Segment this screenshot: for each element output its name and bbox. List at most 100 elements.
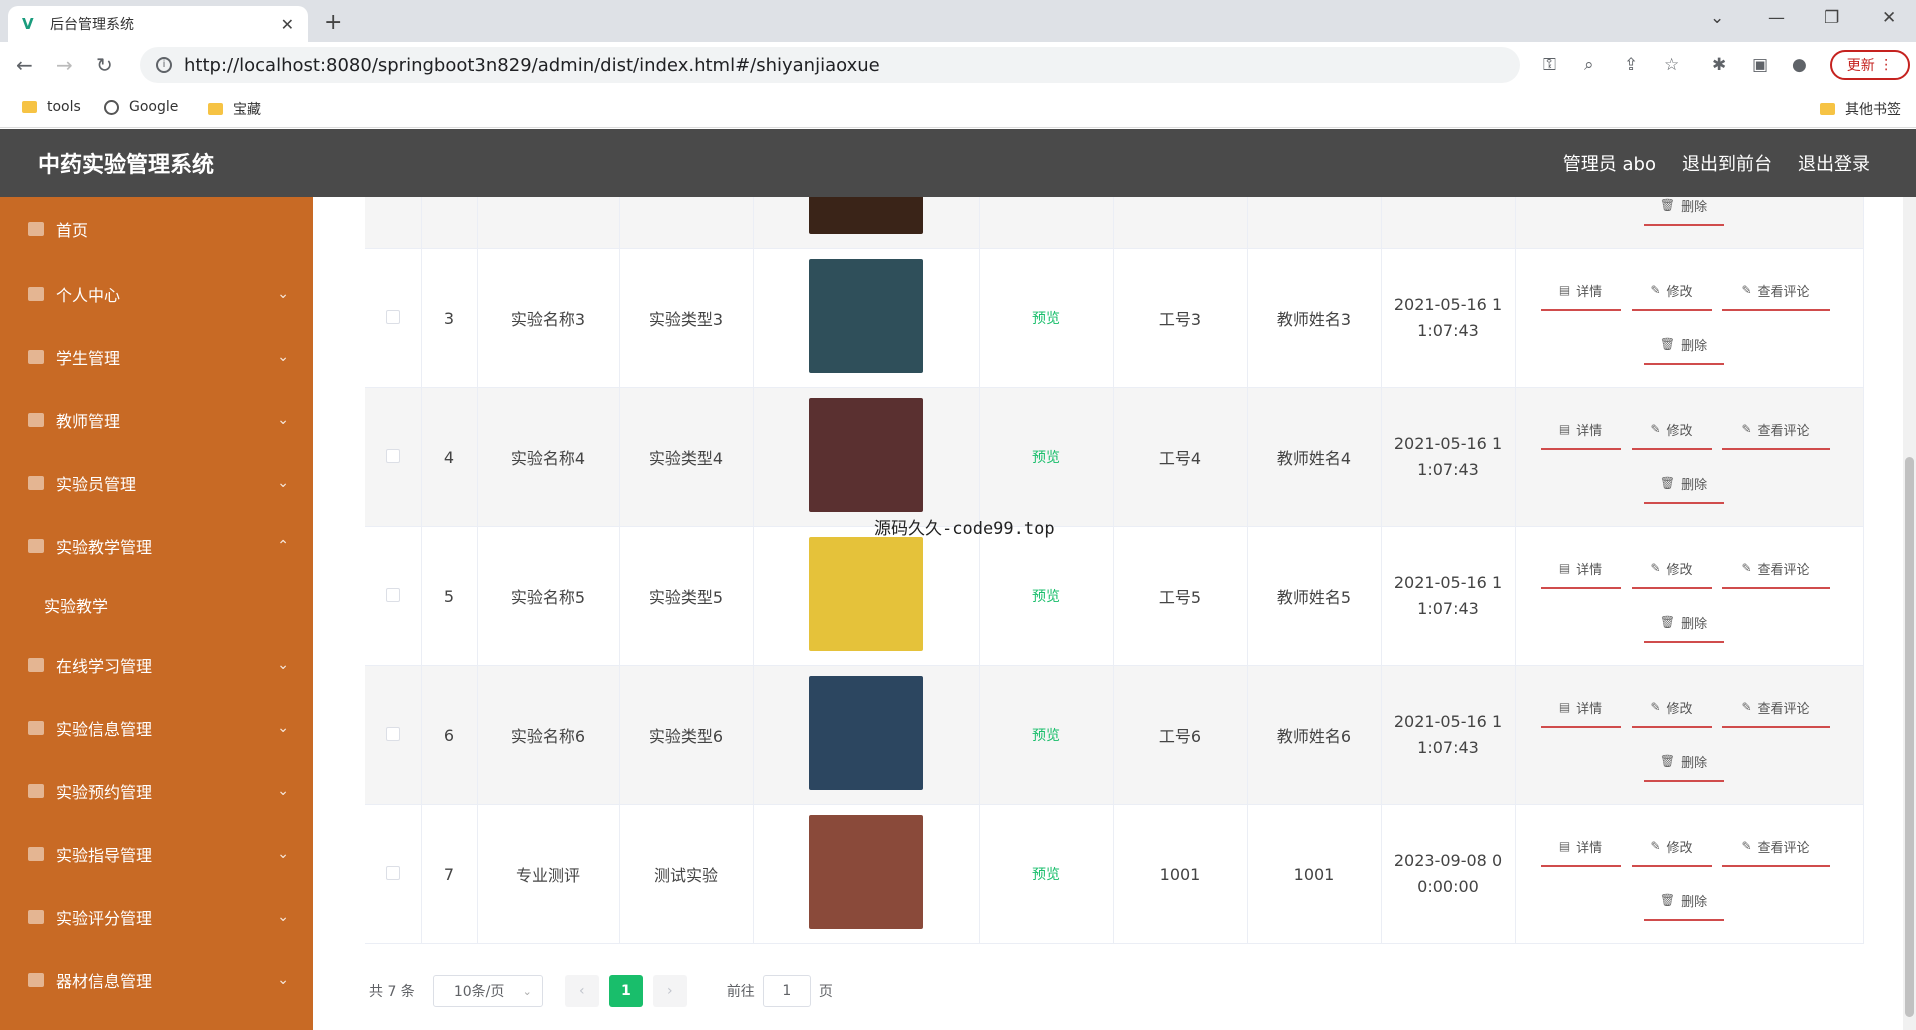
- preview-link[interactable]: 预览: [1032, 311, 1060, 327]
- vue-logo-icon: V: [22, 15, 34, 33]
- app-header: 中药实验管理系统 管理员 abo 退出到前台 退出登录: [0, 129, 1916, 197]
- logout-link[interactable]: 退出登录: [1798, 150, 1870, 176]
- page-size-select[interactable]: 10条/页 ⌄: [432, 975, 543, 1007]
- sidebar-item-home[interactable]: 首页: [0, 211, 313, 247]
- detail-button[interactable]: ▤ 详情: [1540, 688, 1621, 728]
- delete-button[interactable]: 🗑 删除: [1643, 325, 1724, 365]
- sidebar-item-label: 实验教学管理: [56, 538, 153, 557]
- restore-icon[interactable]: ❐: [1824, 8, 1839, 28]
- sidebar-item-lab-booking[interactable]: 实验预约管理 ⌄: [0, 773, 313, 809]
- back-icon[interactable]: ←: [16, 53, 33, 77]
- forward-icon[interactable]: →: [56, 53, 73, 77]
- edit-button[interactable]: ✎ 修改: [1631, 827, 1712, 867]
- chat-icon: [28, 721, 44, 735]
- bookmark-treasure[interactable]: 宝藏: [208, 99, 261, 119]
- document-icon: ▤: [1558, 700, 1571, 714]
- submenu-item-lab-teaching[interactable]: 实验教学: [44, 593, 108, 617]
- row-checkbox[interactable]: [385, 309, 400, 324]
- delete-button[interactable]: 🗑 删除: [1643, 881, 1724, 921]
- detail-button[interactable]: ▤ 详情: [1540, 271, 1621, 311]
- url-bar[interactable]: i http://localhost:8080/springboot3n829/…: [140, 47, 1520, 83]
- sidebar-item-label: 首页: [56, 221, 89, 240]
- view-comments-button[interactable]: ✎ 查看评论: [1721, 827, 1830, 867]
- delete-button[interactable]: 🗑 删除: [1643, 464, 1724, 504]
- sidebar-item-label: 器材信息管理: [56, 972, 153, 991]
- page-unit-label: 页: [818, 984, 833, 1000]
- view-comments-button[interactable]: ✎ 查看评论: [1721, 410, 1830, 450]
- total-count: 共 7 条: [369, 984, 415, 1000]
- preview-link[interactable]: 预览: [1032, 450, 1060, 466]
- sidebar-item-lab-info[interactable]: 实验信息管理 ⌄: [0, 710, 313, 746]
- main-scrollbar[interactable]: [1903, 197, 1916, 1030]
- edit-button[interactable]: ✎ 修改: [1631, 688, 1712, 728]
- sidebar-item-students[interactable]: 学生管理 ⌄: [0, 339, 313, 375]
- next-page-button[interactable]: ›: [652, 975, 687, 1007]
- share-icon[interactable]: ⇪: [1624, 55, 1638, 75]
- experiment-thumbnail: [809, 197, 923, 234]
- actions-cell: ▤详情✎修改✎查看评论🗑删除: [1515, 197, 1864, 249]
- delete-button[interactable]: 🗑 删除: [1643, 742, 1724, 782]
- close-icon[interactable]: ✕: [281, 15, 294, 34]
- extensions-icon[interactable]: ✱: [1712, 55, 1726, 75]
- job-number-cell: 工号3: [1113, 248, 1248, 388]
- trash-icon: 🗑: [1659, 198, 1676, 212]
- sidebar-item-profile[interactable]: 个人中心 ⌄: [0, 276, 313, 312]
- view-comments-button[interactable]: ✎ 查看评论: [1721, 549, 1830, 589]
- sidebar-item-online-learning[interactable]: 在线学习管理 ⌄: [0, 647, 313, 683]
- index-cell: 3: [421, 248, 478, 388]
- bookmark-tools[interactable]: tools: [22, 99, 81, 115]
- reload-icon[interactable]: ↻: [96, 53, 113, 77]
- current-page-button[interactable]: 1: [608, 975, 643, 1007]
- edit-button[interactable]: ✎ 修改: [1631, 271, 1712, 311]
- info-icon[interactable]: i: [156, 57, 172, 73]
- detail-button[interactable]: ▤ 详情: [1540, 410, 1621, 450]
- sidebar-item-lab-scoring[interactable]: 实验评分管理 ⌄: [0, 899, 313, 935]
- delete-button[interactable]: 🗑 删除: [1643, 197, 1724, 226]
- back-to-front-link[interactable]: 退出到前台: [1682, 150, 1772, 176]
- sidebar-item-equipment[interactable]: 器材信息管理 ⌄: [0, 962, 313, 998]
- sidebar-item-lab-guidance[interactable]: 实验指导管理 ⌄: [0, 836, 313, 872]
- expand-icon: [28, 476, 44, 490]
- row-select-cell: [365, 248, 422, 388]
- minimize-icon[interactable]: —: [1768, 8, 1785, 28]
- star-icon[interactable]: ☆: [1664, 55, 1679, 75]
- goto-page-input[interactable]: 1: [762, 975, 811, 1007]
- sidebar-item-lab-teaching[interactable]: 实验教学管理 ⌃: [0, 528, 313, 564]
- window-close-icon[interactable]: ✕: [1882, 8, 1896, 28]
- edit-button[interactable]: ✎ 修改: [1631, 410, 1712, 450]
- bookmark-other[interactable]: 其他书签: [1820, 99, 1901, 119]
- zoom-icon[interactable]: ⌕: [1584, 55, 1594, 75]
- browser-tab[interactable]: V 后台管理系统 ✕: [8, 6, 308, 42]
- row-checkbox[interactable]: [385, 865, 400, 880]
- detail-button[interactable]: ▤ 详情: [1540, 827, 1621, 867]
- preview-link[interactable]: 预览: [1032, 728, 1060, 744]
- row-checkbox[interactable]: [385, 726, 400, 741]
- delete-button[interactable]: 🗑 删除: [1643, 603, 1724, 643]
- view-comments-button[interactable]: ✎ 查看评论: [1721, 271, 1830, 311]
- edit-button[interactable]: ✎ 修改: [1631, 549, 1712, 589]
- sidepanel-icon[interactable]: ▣: [1752, 55, 1768, 75]
- bookmark-google[interactable]: Google: [104, 99, 178, 115]
- chevron-down-icon[interactable]: ⌄: [1710, 8, 1724, 28]
- experiment-thumbnail: [809, 676, 923, 790]
- sidebar-item-lab-staff[interactable]: 实验员管理 ⌄: [0, 465, 313, 501]
- sidebar-item-teachers[interactable]: 教师管理 ⌄: [0, 402, 313, 438]
- chevron-down-icon: ⌄: [277, 846, 289, 862]
- view-comments-button[interactable]: ✎ 查看评论: [1721, 688, 1830, 728]
- index-cell: 2: [421, 197, 478, 249]
- preview-link[interactable]: 预览: [1032, 589, 1060, 605]
- new-tab-icon[interactable]: +: [324, 10, 342, 35]
- key-icon[interactable]: ⚿: [1543, 55, 1556, 75]
- row-checkbox[interactable]: [385, 587, 400, 602]
- prev-page-button[interactable]: ‹: [564, 975, 599, 1007]
- index-cell: 6: [421, 665, 478, 805]
- scrollbar-thumb[interactable]: [1905, 457, 1914, 1017]
- update-button[interactable]: 更新 ⋮: [1830, 50, 1910, 80]
- profile-icon[interactable]: ●: [1792, 55, 1807, 75]
- preview-link[interactable]: 预览: [1032, 867, 1060, 883]
- chevron-down-icon: ⌄: [522, 984, 532, 998]
- row-checkbox[interactable]: [385, 448, 400, 463]
- detail-button[interactable]: ▤ 详情: [1540, 549, 1621, 589]
- trash-icon: 🗑: [1659, 893, 1676, 907]
- experiment-thumbnail: [809, 537, 923, 651]
